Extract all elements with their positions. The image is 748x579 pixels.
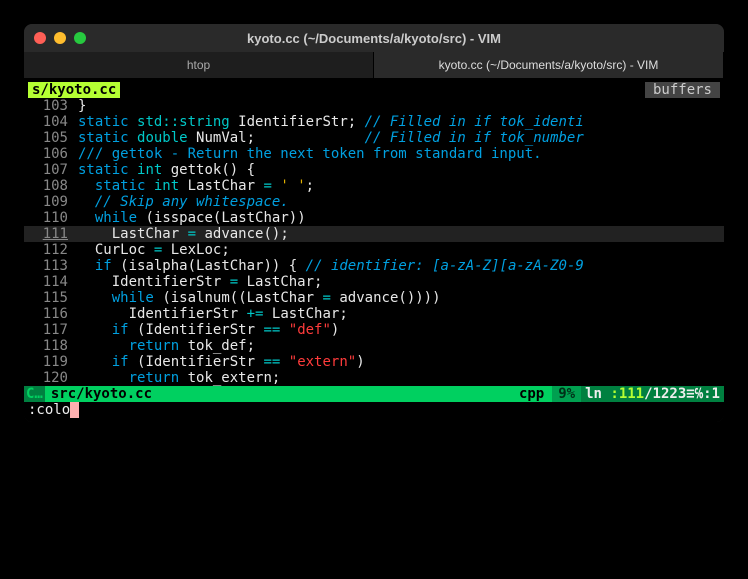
line-number: 112 [24,242,78,258]
code-text: if (IdentifierStr == "def") [78,322,724,338]
code-text: return tok_def; [78,338,724,354]
bufferline-label: buffers [645,82,720,98]
code-line[interactable]: 106/// gettok - Return the next token fr… [24,146,724,162]
code-line[interactable]: 104static std::string IdentifierStr; // … [24,114,724,130]
code-line[interactable]: 108 static int LastChar = ' '; [24,178,724,194]
code-text: // Skip any whitespace. [78,194,724,210]
tab-bar: htop kyoto.cc (~/Documents/a/kyoto/src) … [24,52,724,78]
code-line[interactable]: 109 // Skip any whitespace. [24,194,724,210]
code-text: IdentifierStr = LastChar; [78,274,724,290]
code-line[interactable]: 112 CurLoc = LexLoc; [24,242,724,258]
code-text: LastChar = advance(); [78,226,724,242]
line-number: 118 [24,338,78,354]
code-line[interactable]: 105static double NumVal; // Filled in if… [24,130,724,146]
code-line[interactable]: 118 return tok_def; [24,338,724,354]
command-line[interactable]: :colo [24,402,724,418]
bufferline: s/kyoto.cc buffers [24,82,724,98]
code-line[interactable]: 115 while (isalnum((LastChar = advance()… [24,290,724,306]
code-line[interactable]: 116 IdentifierStr += LastChar; [24,306,724,322]
code-text: while (isalnum((LastChar = advance()))) [78,290,724,306]
line-number: 116 [24,306,78,322]
code-text: if (isalpha(LastChar)) { // identifier: … [78,258,724,274]
terminal-content: s/kyoto.cc buffers 103}104static std::st… [24,78,724,422]
line-number: 120 [24,370,78,386]
line-number: 114 [24,274,78,290]
code-line[interactable]: 114 IdentifierStr = LastChar; [24,274,724,290]
minimize-icon[interactable] [54,32,66,44]
line-number: 109 [24,194,78,210]
code-line[interactable]: 110 while (isspace(LastChar)) [24,210,724,226]
line-number: 106 [24,146,78,162]
statusline: C… src/kyoto.cc cpp 9% ln :111/1223≡℅:1 [24,386,724,402]
line-number: 104 [24,114,78,130]
code-text: if (IdentifierStr == "extern") [78,354,724,370]
code-text: IdentifierStr += LastChar; [78,306,724,322]
editor[interactable]: 103}104static std::string IdentifierStr;… [24,98,724,386]
tab-htop[interactable]: htop [24,52,374,78]
line-number: 103 [24,98,78,114]
status-position: ln :111/1223≡℅:1 [581,386,724,402]
code-line[interactable]: 119 if (IdentifierStr == "extern") [24,354,724,370]
status-percent: 9% [552,386,581,402]
line-number: 113 [24,258,78,274]
line-number: 111 [24,226,78,242]
traffic-lights [34,32,86,44]
code-line[interactable]: 113 if (isalpha(LastChar)) { // identifi… [24,258,724,274]
status-file: src/kyoto.cc [45,386,158,402]
status-mode: C… [24,386,45,402]
code-line[interactable]: 103} [24,98,724,114]
line-number: 115 [24,290,78,306]
code-line[interactable]: 120 return tok_extern; [24,370,724,386]
window-title: kyoto.cc (~/Documents/a/kyoto/src) - VIM [24,31,724,46]
code-text: while (isspace(LastChar)) [78,210,724,226]
zoom-icon[interactable] [74,32,86,44]
terminal-window: kyoto.cc (~/Documents/a/kyoto/src) - VIM… [24,24,724,422]
code-text: CurLoc = LexLoc; [78,242,724,258]
close-icon[interactable] [34,32,46,44]
code-line[interactable]: 107static int gettok() { [24,162,724,178]
code-text: static int LastChar = ' '; [78,178,724,194]
code-text: return tok_extern; [78,370,724,386]
code-text: static std::string IdentifierStr; // Fil… [78,114,724,130]
code-text: /// gettok - Return the next token from … [78,146,724,162]
tab-vim[interactable]: kyoto.cc (~/Documents/a/kyoto/src) - VIM [374,52,724,78]
code-text: static int gettok() { [78,162,724,178]
code-text: } [78,98,724,114]
code-line[interactable]: 111 LastChar = advance(); [24,226,724,242]
buffer-name[interactable]: s/kyoto.cc [28,82,120,98]
code-line[interactable]: 117 if (IdentifierStr == "def") [24,322,724,338]
titlebar[interactable]: kyoto.cc (~/Documents/a/kyoto/src) - VIM [24,24,724,52]
code-text: static double NumVal; // Filled in if to… [78,130,724,146]
status-filetype: cpp [511,386,552,402]
line-number: 117 [24,322,78,338]
line-number: 119 [24,354,78,370]
line-number: 110 [24,210,78,226]
cursor-icon [70,402,79,418]
line-number: 108 [24,178,78,194]
line-number: 105 [24,130,78,146]
line-number: 107 [24,162,78,178]
